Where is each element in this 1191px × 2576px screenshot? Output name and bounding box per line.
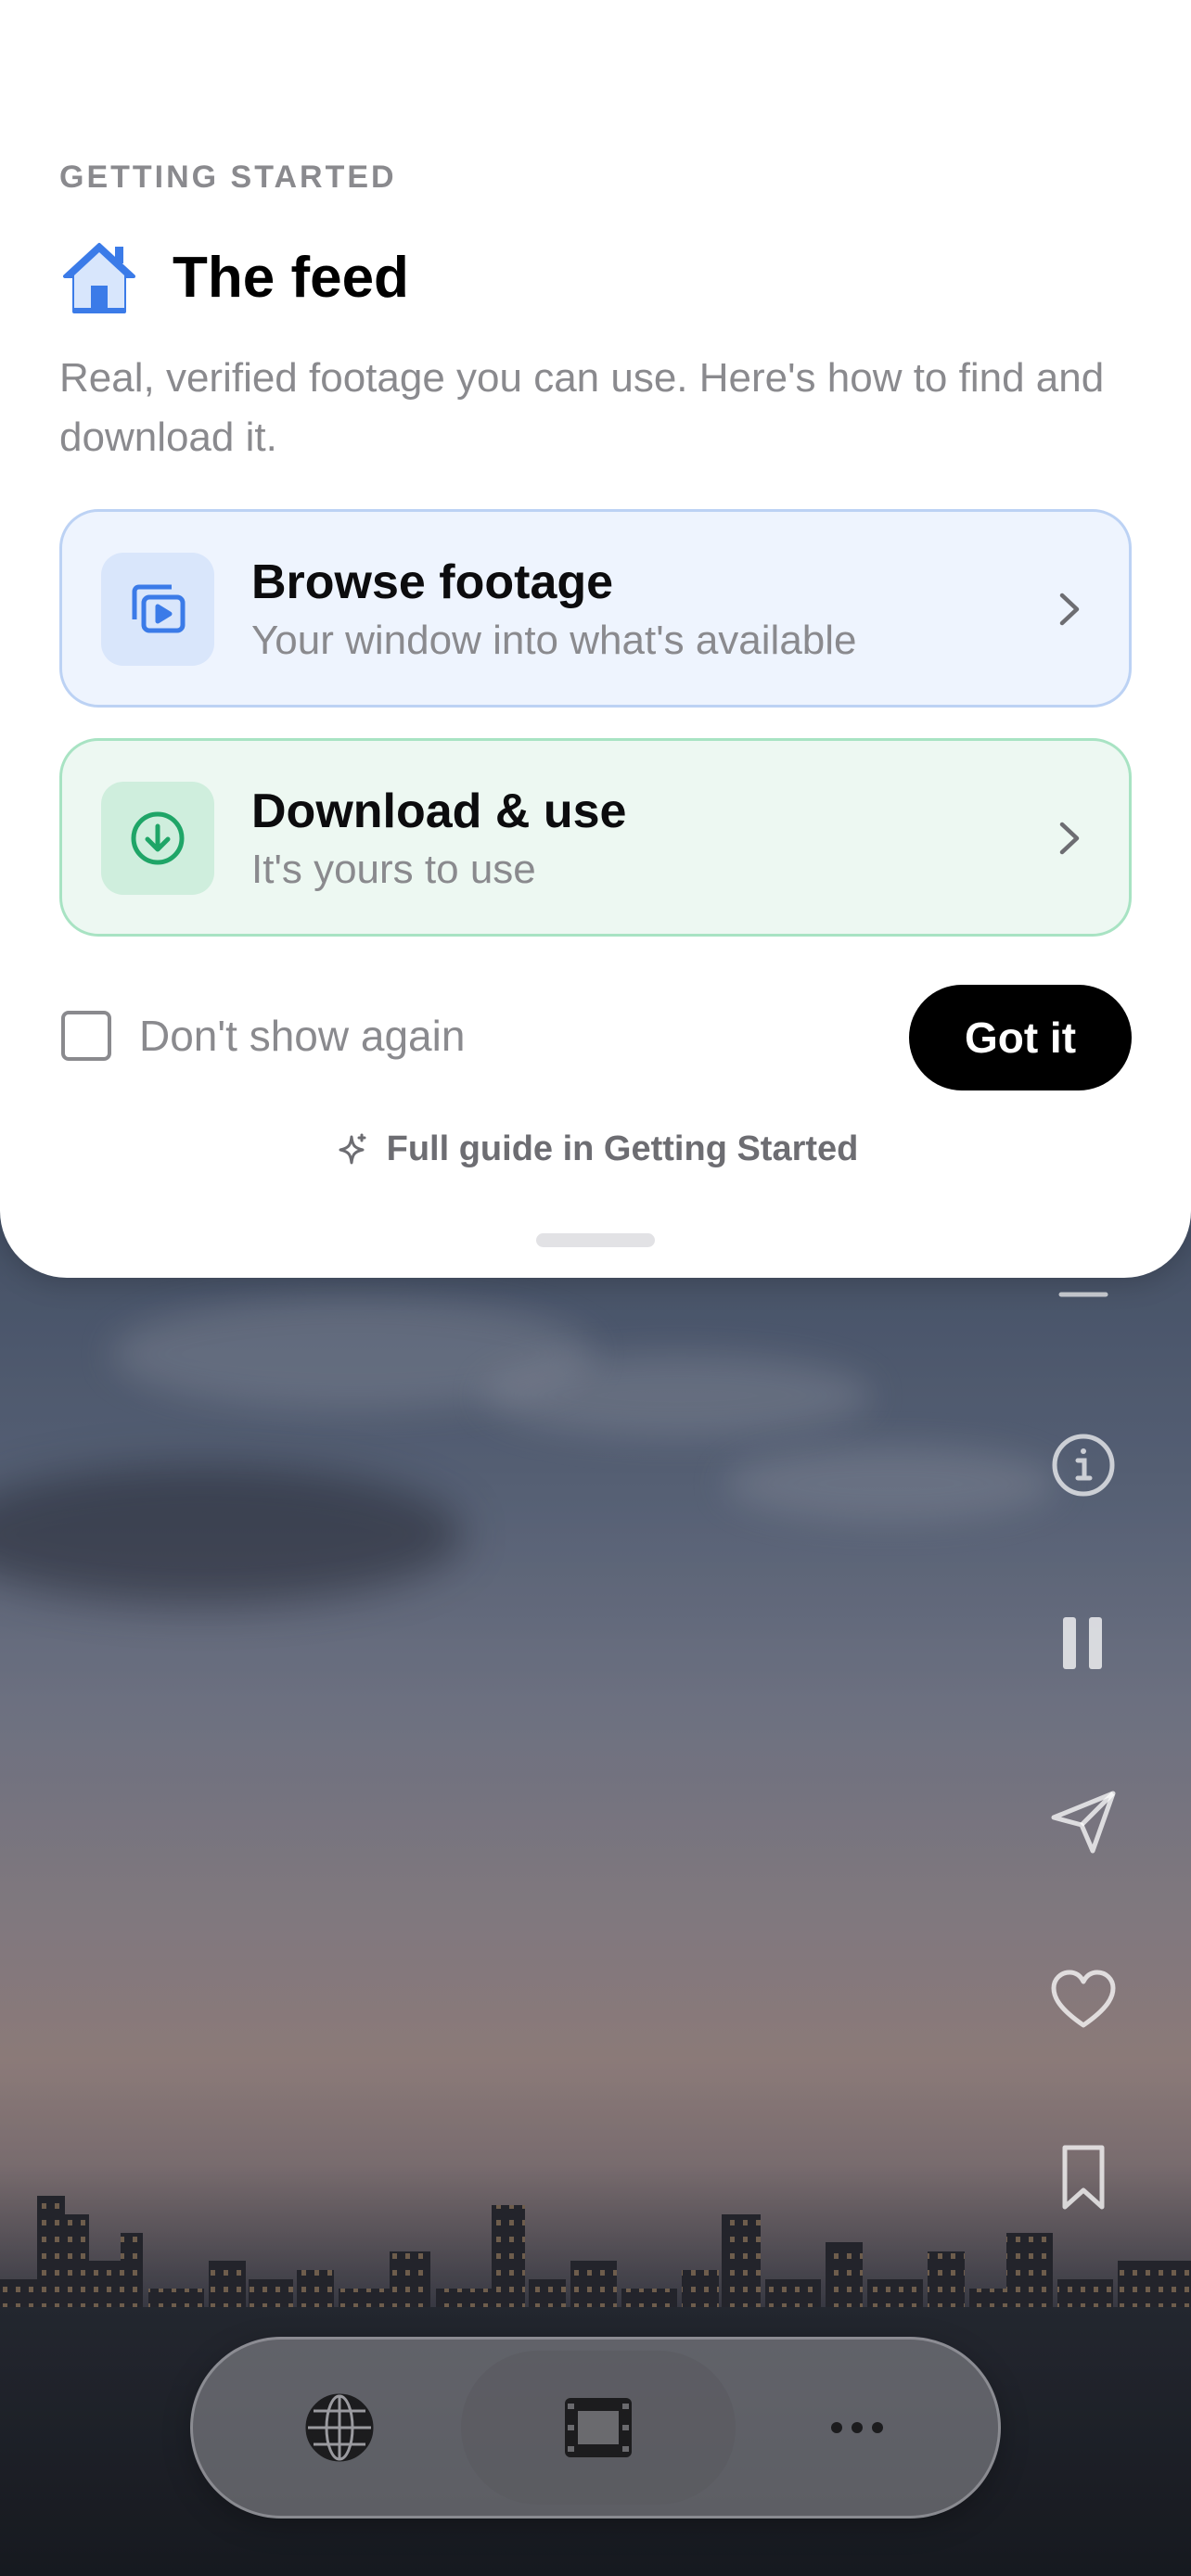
globe-icon xyxy=(305,2393,374,2462)
page-title: The feed xyxy=(173,245,409,310)
download-use-card[interactable]: Download & use It's yours to use xyxy=(59,738,1132,937)
heart-icon[interactable] xyxy=(1048,1964,1119,2034)
card-subtitle: Your window into what's available xyxy=(251,618,857,663)
info-icon[interactable] xyxy=(1048,1430,1119,1500)
onboarding-sheet: GETTING STARTED The feed Real, verified … xyxy=(0,0,1191,1278)
full-guide-label[interactable]: Full guide in Getting Started xyxy=(387,1129,859,1169)
sparkle-icon xyxy=(339,1133,366,1164)
full-guide-link[interactable]: Full guide in Getting Started xyxy=(0,1129,1191,1169)
bookmark-icon[interactable] xyxy=(1048,2142,1119,2213)
card-subtitle: It's yours to use xyxy=(251,847,536,892)
browse-footage-card[interactable]: Browse footage Your window into what's a… xyxy=(59,509,1132,708)
browse-badge xyxy=(101,553,214,666)
more-icon xyxy=(831,2422,883,2433)
share-icon[interactable] xyxy=(1048,1786,1119,1856)
section-eyebrow: GETTING STARTED xyxy=(59,159,397,195)
card-title: Browse footage xyxy=(251,555,614,609)
tab-more[interactable] xyxy=(720,2351,994,2505)
sheet-grabber[interactable] xyxy=(536,1233,655,1247)
play-stack-icon xyxy=(132,584,186,633)
title-row: The feed xyxy=(59,237,409,317)
dont-show-again-label[interactable]: Don't show again xyxy=(139,1011,465,1061)
bottom-tab-bar xyxy=(190,2337,1001,2519)
tab-feed[interactable] xyxy=(461,2351,736,2505)
got-it-button[interactable]: Got it xyxy=(909,985,1132,1090)
dont-show-again-checkbox[interactable] xyxy=(61,1011,111,1061)
intro-text: Real, verified footage you can use. Here… xyxy=(59,355,1105,460)
chevron-right-icon xyxy=(1059,822,1080,855)
house-icon xyxy=(63,243,135,313)
dont-show-again-row[interactable]: Don't show again xyxy=(61,1011,465,1061)
chevron-right-icon xyxy=(1059,593,1080,626)
film-icon xyxy=(565,2398,632,2457)
pause-icon[interactable] xyxy=(1048,1608,1119,1678)
download-circle-icon xyxy=(131,811,185,865)
tab-explore[interactable] xyxy=(202,2351,477,2505)
download-badge xyxy=(101,782,214,895)
card-title: Download & use xyxy=(251,784,627,838)
